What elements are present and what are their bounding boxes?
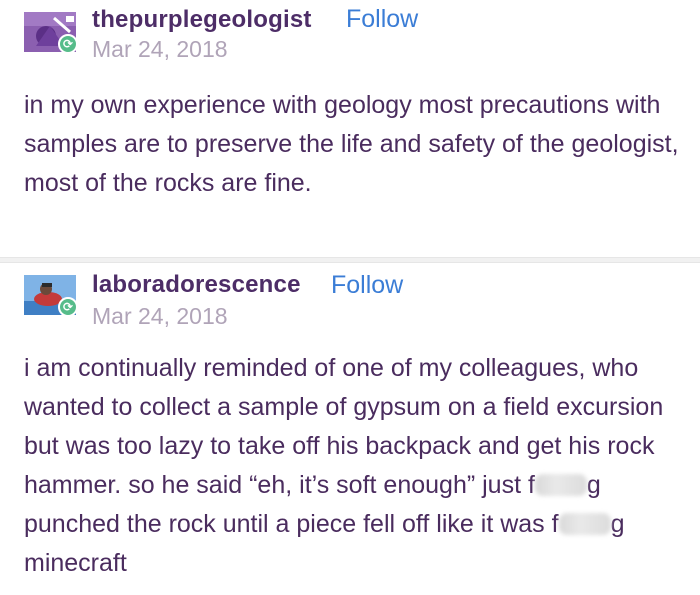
- post-body: i am continually reminded of one of my c…: [24, 349, 684, 583]
- username[interactable]: laboradorescence: [92, 271, 301, 299]
- post-date[interactable]: Mar 24, 2018: [92, 303, 228, 330]
- post-date[interactable]: Mar 24, 2018: [92, 36, 228, 63]
- username[interactable]: thepurplegeologist: [92, 6, 312, 34]
- censored-word: [534, 474, 587, 496]
- post-thepurplegeologist: ⟳ thepurplegeologist Follow Mar 24, 2018…: [0, 0, 700, 257]
- follow-button[interactable]: Follow: [346, 5, 418, 34]
- post-laboradorescence: ⟳ laboradorescence Follow Mar 24, 2018 i…: [0, 263, 700, 595]
- reblog-icon: ⟳: [58, 34, 78, 54]
- laboradorescence-avatar-icon[interactable]: ⟳: [24, 275, 78, 317]
- censored-word: [558, 513, 611, 535]
- reblog-icon: ⟳: [58, 297, 78, 317]
- post-body: in my own experience with geology most p…: [24, 91, 679, 197]
- follow-button[interactable]: Follow: [331, 271, 403, 300]
- purple-geologist-avatar-icon[interactable]: ⟳: [24, 12, 78, 54]
